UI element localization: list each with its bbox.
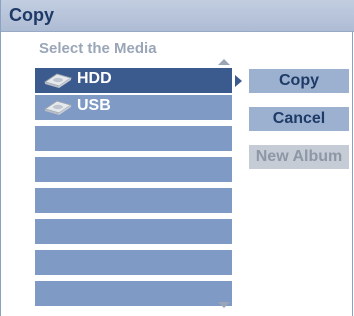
copy-dialog: Copy Select the Media HDD USB Copy Cance…	[0, 0, 354, 316]
list-item-empty[interactable]	[35, 281, 232, 306]
title-bar: Copy	[1, 0, 354, 32]
cancel-button[interactable]: Cancel	[249, 107, 349, 131]
scroll-up-icon[interactable]	[218, 59, 230, 65]
list-item-label: USB	[77, 97, 111, 114]
list-item-empty[interactable]	[35, 126, 232, 151]
copy-button[interactable]: Copy	[249, 69, 349, 93]
list-item-label: HDD	[77, 70, 112, 87]
dialog-title: Copy	[9, 5, 54, 25]
list-item-empty[interactable]	[35, 219, 232, 244]
scroll-down-icon[interactable]	[218, 302, 230, 308]
list-item-empty[interactable]	[35, 157, 232, 182]
list-item-hdd[interactable]: HDD	[35, 68, 232, 93]
usb-drive-icon	[43, 100, 73, 115]
select-media-label: Select the Media	[39, 40, 157, 57]
list-item-empty[interactable]	[35, 250, 232, 275]
new-album-button[interactable]: New Album	[249, 145, 349, 169]
selection-pointer-icon	[235, 75, 242, 87]
list-item-usb[interactable]: USB	[35, 95, 232, 120]
list-item-empty[interactable]	[35, 188, 232, 213]
hard-drive-icon	[43, 73, 73, 88]
